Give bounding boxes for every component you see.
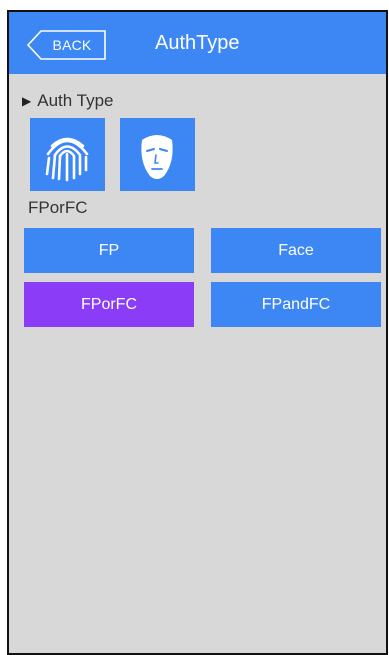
- face-icon: [120, 118, 195, 191]
- current-auth-mode: FPorFC: [28, 198, 88, 217]
- fpandfc-button[interactable]: FPandFC: [211, 282, 381, 327]
- section-title: Auth Type: [37, 91, 114, 110]
- face-button[interactable]: Face: [211, 228, 381, 273]
- back-button[interactable]: BACK: [27, 30, 107, 60]
- caret-right-icon: ▶: [22, 94, 32, 108]
- fporfc-button[interactable]: FPorFC: [24, 282, 194, 327]
- back-button-label: BACK: [52, 37, 92, 53]
- fp-button[interactable]: FP: [24, 228, 194, 273]
- title-bar: BACK AuthType: [9, 12, 386, 74]
- fingerprint-icon: [30, 118, 105, 191]
- device-screen: BACK AuthType ▶ Auth Type FPorFC FP Face…: [7, 10, 388, 655]
- page-title: AuthType: [155, 32, 240, 54]
- section-header: ▶ Auth Type: [22, 90, 113, 112]
